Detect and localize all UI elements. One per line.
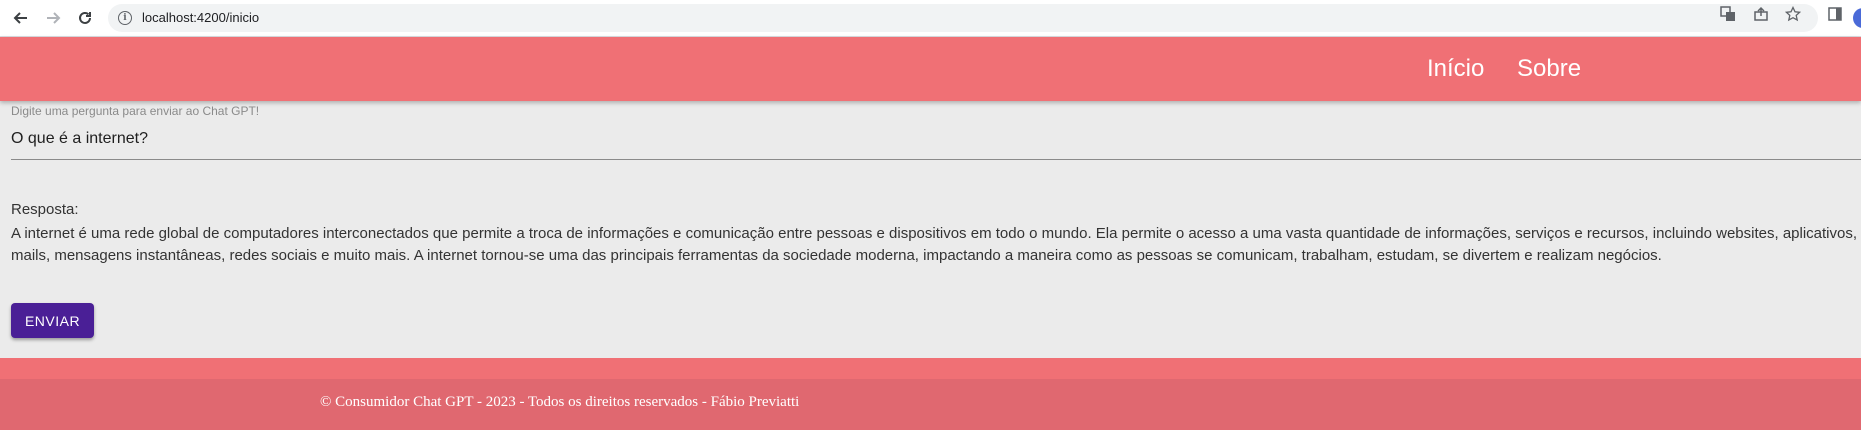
question-label: Digite uma pergunta para enviar ao Chat … — [11, 104, 260, 118]
arrow-left-icon[interactable] — [9, 6, 33, 30]
response-text: A internet é uma rede global de computad… — [11, 223, 1861, 267]
reload-icon[interactable] — [73, 6, 97, 30]
browser-toolbar: i localhost:4200/inicio — [0, 0, 1861, 37]
response-label: Resposta: — [11, 201, 79, 218]
nav-link-sobre[interactable]: Sobre — [1517, 55, 1581, 83]
share-icon[interactable] — [1752, 5, 1770, 23]
input-underline — [11, 159, 1861, 160]
response-line: mails, mensagens instantâneas, redes soc… — [11, 247, 1662, 264]
app-header: Início Sobre — [0, 37, 1861, 101]
arrow-right-icon[interactable] — [41, 6, 65, 30]
address-bar[interactable]: i localhost:4200/inicio — [108, 4, 1818, 32]
response-line: A internet é uma rede global de computad… — [11, 225, 1861, 242]
footer-top-band — [0, 358, 1861, 379]
send-button[interactable]: ENVIAR — [11, 303, 94, 338]
url-text[interactable]: localhost:4200/inicio — [142, 10, 259, 25]
info-icon[interactable]: i — [118, 11, 132, 25]
footer — [0, 379, 1861, 430]
question-input[interactable] — [11, 127, 1861, 151]
star-icon[interactable] — [1784, 5, 1802, 23]
side-panel-icon[interactable] — [1826, 5, 1844, 23]
nav-link-inicio[interactable]: Início — [1427, 55, 1484, 83]
translate-icon[interactable] — [1719, 5, 1737, 23]
footer-text: © Consumidor Chat GPT - 2023 - Todos os … — [320, 394, 800, 410]
avatar[interactable] — [1853, 8, 1861, 28]
